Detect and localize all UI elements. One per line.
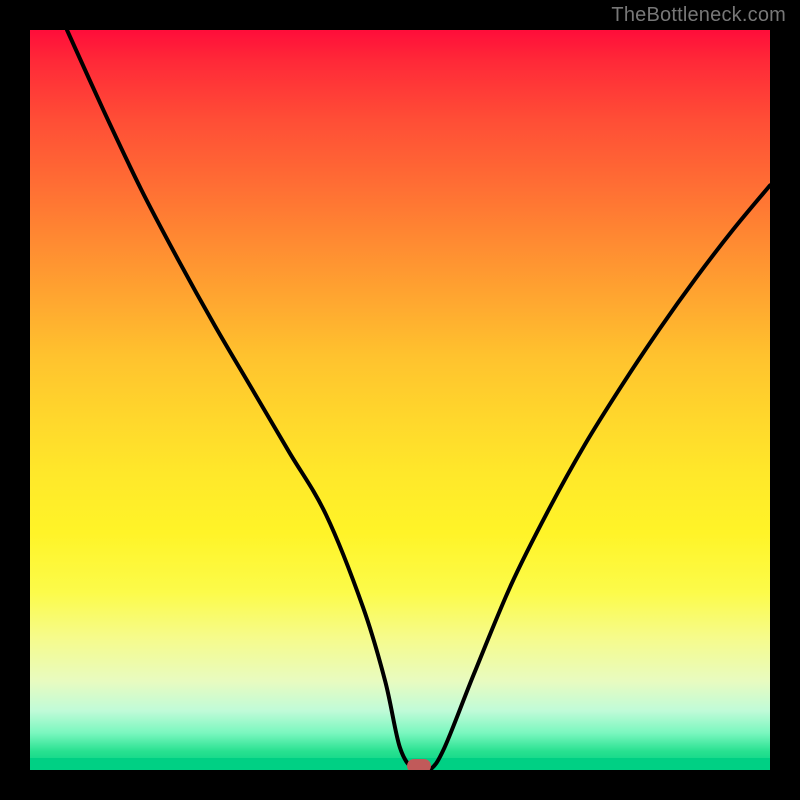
watermark-text: TheBottleneck.com	[611, 4, 786, 27]
chart-frame: TheBottleneck.com	[0, 0, 800, 800]
bottleneck-curve	[30, 30, 770, 770]
curve-minimum-marker	[407, 759, 431, 770]
plot-area	[30, 30, 770, 770]
